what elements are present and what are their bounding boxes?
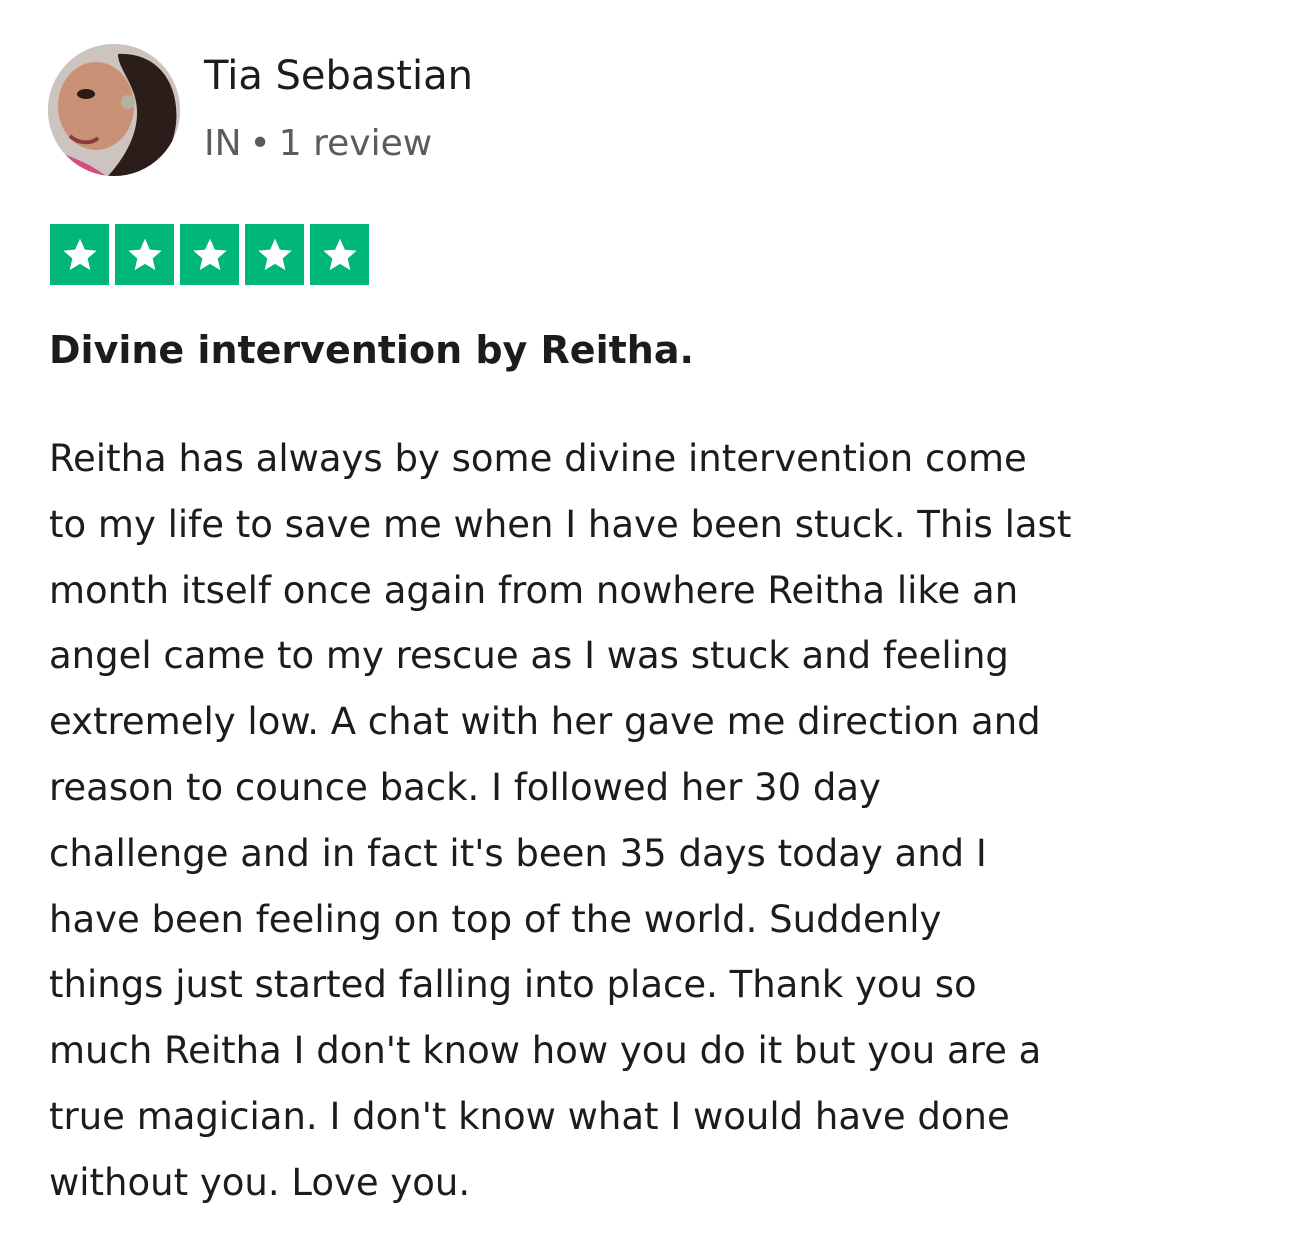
review-body-line: without you. Love you. bbox=[49, 1160, 471, 1204]
star-icon bbox=[322, 238, 357, 270]
review-body-line: much Reitha I don't know how you do it b… bbox=[49, 1029, 1042, 1073]
review-body-line: have been feeling on top of the world. S… bbox=[49, 897, 942, 941]
star-box bbox=[245, 224, 304, 285]
review-body-line: challenge and in fact it's been 35 days … bbox=[49, 831, 987, 875]
review-title[interactable]: Divine intervention by Reitha. bbox=[49, 322, 694, 378]
star-icon bbox=[192, 238, 227, 270]
avatar-photo bbox=[48, 44, 180, 176]
star-box bbox=[50, 224, 109, 285]
star-box bbox=[310, 224, 369, 285]
review-body-line: Reitha has always by some divine interve… bbox=[49, 437, 1027, 480]
review-body: Reitha has always by some divine interve… bbox=[49, 426, 1259, 1216]
meta-separator: • bbox=[249, 123, 271, 164]
review-body-line: month itself once again from nowhere Rei… bbox=[49, 568, 1019, 612]
reviewer-meta: IN • 1 review bbox=[204, 120, 432, 168]
star-icon bbox=[127, 238, 162, 270]
review-body-line: things just started falling into place. … bbox=[49, 963, 977, 1007]
review-body-line: angel came to my rescue as I was stuck a… bbox=[49, 634, 1009, 678]
review-body-line: reason to counce back. I followed her 30… bbox=[49, 765, 881, 809]
reviewer-name[interactable]: Tia Sebastian bbox=[204, 50, 473, 102]
review-body-line: to my life to save me when I have been s… bbox=[49, 502, 1072, 546]
star-icon bbox=[62, 238, 97, 270]
star-icon bbox=[257, 238, 292, 270]
avatar[interactable] bbox=[48, 44, 180, 176]
star-box bbox=[115, 224, 174, 285]
star-box bbox=[180, 224, 239, 285]
review-body-line: extremely low. A chat with her gave me d… bbox=[49, 700, 1041, 744]
reviewer-country: IN bbox=[204, 123, 242, 164]
review-body-line: true magician. I don't know what I would… bbox=[49, 1094, 1010, 1138]
review-count[interactable]: 1 review bbox=[279, 123, 432, 164]
review-card: Tia Sebastian IN • 1 review Divine interve… bbox=[0, 0, 1290, 1245]
star-rating bbox=[50, 224, 369, 285]
